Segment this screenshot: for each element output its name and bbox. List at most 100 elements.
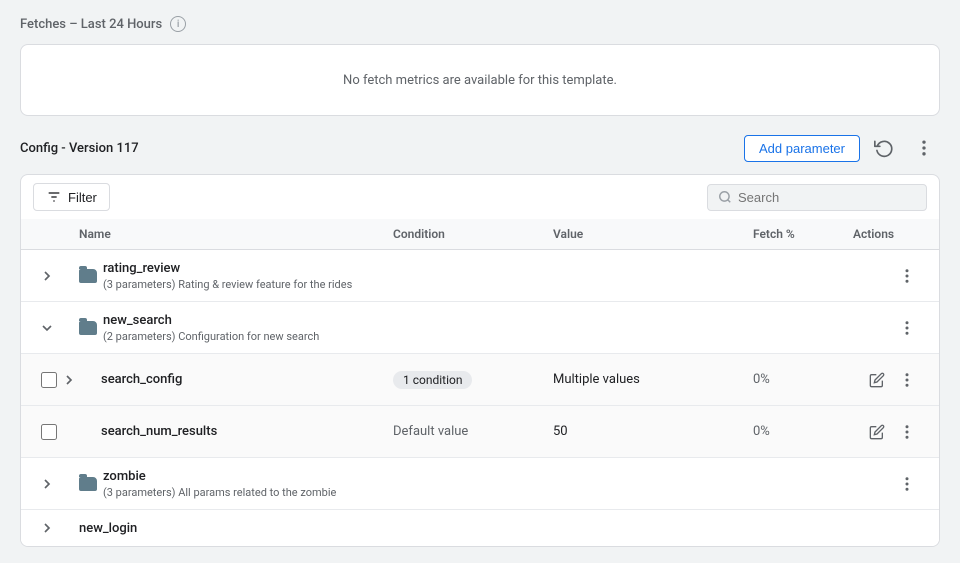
config-title: Config - Version 117 — [20, 141, 139, 156]
row-value-cell: 50 — [547, 416, 747, 447]
folder-icon — [79, 269, 97, 283]
param-name: new_search — [103, 313, 319, 328]
table-row: search_config 1 condition Multiple value… — [21, 354, 939, 406]
row-value-cell — [547, 320, 747, 336]
row-expand-cell — [33, 260, 73, 292]
row-fetch-cell — [747, 476, 847, 492]
collapse-icon[interactable] — [39, 320, 55, 336]
table-row: rating_review (3 parameters) Rating & re… — [21, 250, 939, 302]
row-expand-cell — [33, 364, 73, 396]
row-name-cell: new_search (2 parameters) Configuration … — [73, 305, 387, 351]
fetch-empty-box: No fetch metrics are available for this … — [20, 44, 940, 116]
row-value: Multiple values — [553, 372, 640, 387]
row-expand-cell — [33, 468, 73, 500]
row-value-cell — [547, 520, 747, 536]
row-condition-cell — [387, 320, 547, 336]
more-vert-icon — [914, 138, 934, 158]
row-condition-cell — [387, 268, 547, 284]
table-row: search_num_results Default value 50 0% — [21, 406, 939, 458]
param-desc: (2 parameters) Configuration for new sea… — [103, 330, 319, 343]
row-name-cell: search_num_results — [73, 416, 387, 447]
col-fetch-pct: Fetch % — [747, 219, 847, 249]
table-row: new_login — [21, 510, 939, 546]
edit-icon — [869, 424, 885, 440]
param-name: zombie — [103, 469, 336, 484]
param-desc: (3 parameters) Rating & review feature f… — [103, 278, 352, 291]
main-page: Fetches – Last 24 Hours i No fetch metri… — [0, 0, 960, 563]
row-more-button[interactable] — [893, 366, 921, 394]
param-name-area: zombie (3 parameters) All params related… — [103, 469, 336, 499]
expand-icon[interactable] — [39, 476, 55, 492]
fetches-info-icon[interactable]: i — [170, 16, 186, 32]
row-fetch-cell — [747, 520, 847, 536]
row-actions-cell — [847, 410, 927, 454]
search-icon — [718, 190, 732, 204]
filter-button[interactable]: Filter — [33, 183, 110, 211]
row-more-button[interactable] — [893, 262, 921, 290]
search-input[interactable] — [738, 190, 916, 205]
row-fetch-cell: 0% — [747, 364, 847, 395]
row-actions-cell — [847, 462, 927, 506]
filter-icon — [46, 189, 62, 205]
table-header: Name Condition Value Fetch % Actions — [21, 219, 939, 250]
more-vert-icon — [898, 371, 916, 389]
col-actions: Actions — [847, 219, 927, 249]
table-row: new_search (2 parameters) Configuration … — [21, 302, 939, 354]
row-value-cell — [547, 268, 747, 284]
config-more-button[interactable] — [908, 132, 940, 164]
config-header: Config - Version 117 Add parameter — [20, 132, 940, 164]
row-condition-cell: Default value — [387, 416, 547, 447]
fetches-section-header: Fetches – Last 24 Hours i — [20, 16, 940, 32]
row-fetch-cell — [747, 320, 847, 336]
filter-label: Filter — [68, 190, 97, 205]
row-condition-cell — [387, 520, 547, 536]
row-value-cell — [547, 476, 747, 492]
condition-text: Default value — [393, 424, 468, 439]
col-expand — [33, 219, 73, 249]
config-actions: Add parameter — [744, 132, 940, 164]
row-checkbox[interactable] — [41, 372, 57, 388]
param-name-area: new_search (2 parameters) Configuration … — [103, 313, 319, 343]
history-icon — [874, 138, 894, 158]
row-value-cell: Multiple values — [547, 364, 747, 395]
row-actions-cell — [847, 254, 927, 298]
row-fetch-cell — [747, 268, 847, 284]
row-more-button[interactable] — [893, 418, 921, 446]
row-more-button[interactable] — [893, 314, 921, 342]
row-actions-cell — [847, 306, 927, 350]
param-desc: (3 parameters) All params related to the… — [103, 486, 336, 499]
table-toolbar: Filter — [20, 174, 940, 219]
fetch-empty-message: No fetch metrics are available for this … — [343, 73, 617, 88]
edit-icon — [869, 372, 885, 388]
param-name: search_num_results — [101, 424, 217, 439]
col-name: Name — [73, 219, 387, 249]
row-actions-cell — [847, 358, 927, 402]
param-name-area: rating_review (3 parameters) Rating & re… — [103, 261, 352, 291]
row-condition-cell — [387, 476, 547, 492]
fetches-title: Fetches – Last 24 Hours — [20, 17, 162, 32]
fetch-percent: 0% — [753, 372, 770, 387]
table-row: zombie (3 parameters) All params related… — [21, 458, 939, 510]
col-condition: Condition — [387, 219, 547, 249]
expand-icon[interactable] — [39, 520, 55, 536]
row-expand-cell — [33, 512, 73, 544]
folder-icon — [79, 321, 97, 335]
row-name-cell: zombie (3 parameters) All params related… — [73, 461, 387, 507]
more-vert-icon — [898, 319, 916, 337]
row-checkbox[interactable] — [41, 424, 57, 440]
col-value: Value — [547, 219, 747, 249]
row-edit-button[interactable] — [863, 366, 891, 394]
search-box — [707, 184, 927, 211]
row-more-button[interactable] — [893, 470, 921, 498]
param-name: search_config — [101, 372, 182, 387]
param-name: rating_review — [103, 261, 352, 276]
history-button[interactable] — [868, 132, 900, 164]
add-parameter-button[interactable]: Add parameter — [744, 135, 860, 162]
expand-icon[interactable] — [39, 268, 55, 284]
row-name-cell: search_config — [73, 364, 387, 395]
row-expand-cell — [33, 416, 73, 448]
more-vert-icon — [898, 475, 916, 493]
param-name: new_login — [79, 521, 137, 536]
more-vert-icon — [898, 267, 916, 285]
row-edit-button[interactable] — [863, 418, 891, 446]
